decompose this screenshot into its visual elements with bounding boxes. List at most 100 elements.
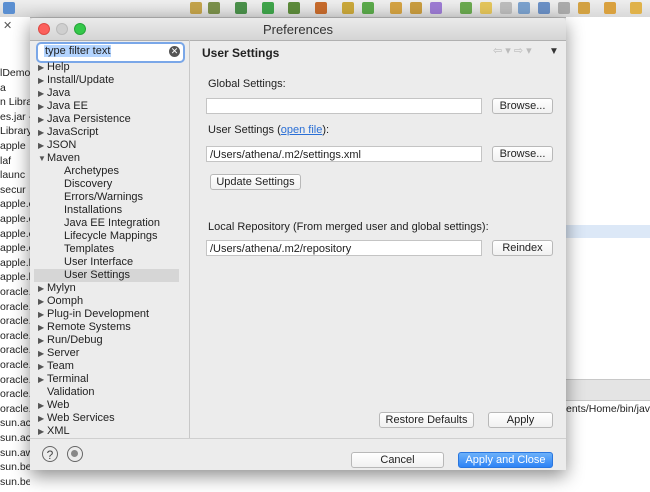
user-settings-field[interactable]: /Users/athena/.m2/settings.xml: [206, 146, 482, 162]
toolbar-icon[interactable]: [604, 2, 616, 14]
package-item[interactable]: oracle.: [0, 359, 30, 371]
tree-item-oomph[interactable]: ▶ Oomph: [34, 295, 179, 308]
package-item[interactable]: oracle.: [0, 330, 30, 342]
toolbar-icon[interactable]: [190, 2, 202, 14]
collapsed-arrow-icon[interactable]: ▶: [38, 334, 47, 347]
toolbar-icon[interactable]: [235, 2, 247, 14]
help-icon[interactable]: ?: [42, 446, 58, 462]
tree-item-json[interactable]: ▶ JSON: [34, 139, 179, 152]
package-item[interactable]: secur: [0, 184, 26, 196]
package-item[interactable]: oracle.: [0, 388, 30, 400]
tree-item-mylyn[interactable]: ▶ Mylyn: [34, 282, 179, 295]
collapsed-arrow-icon[interactable]: ▶: [38, 425, 47, 436]
package-item[interactable]: es.jar -: [0, 111, 30, 123]
tree-item-plug-in-development[interactable]: ▶ Plug-in Development: [34, 308, 179, 321]
expanded-arrow-icon[interactable]: ▼: [38, 152, 47, 165]
filter-text[interactable]: type filter text: [44, 45, 112, 57]
toolbar-icon[interactable]: [518, 2, 530, 14]
tree-item-xml[interactable]: ▶ XML: [34, 425, 179, 436]
toolbar-icon[interactable]: [410, 2, 422, 14]
toolbar-icon[interactable]: [288, 2, 300, 14]
restore-defaults-button[interactable]: Restore Defaults: [379, 412, 474, 428]
package-item[interactable]: sun.aw: [0, 447, 30, 459]
tree-item-javascript[interactable]: ▶ JavaScript: [34, 126, 179, 139]
import-export-icon[interactable]: [67, 446, 83, 462]
package-item[interactable]: sun.ac: [0, 432, 30, 444]
console-tabs[interactable]: [566, 379, 650, 401]
tree-item-installations[interactable]: Installations: [34, 204, 179, 217]
collapsed-arrow-icon[interactable]: ▶: [38, 61, 47, 74]
tree-item-user-settings[interactable]: User Settings: [34, 269, 179, 282]
collapsed-arrow-icon[interactable]: ▶: [38, 373, 47, 386]
tree-item-server[interactable]: ▶ Server: [34, 347, 179, 360]
tree-item-run-debug[interactable]: ▶ Run/Debug: [34, 334, 179, 347]
toolbar-icon[interactable]: [460, 2, 472, 14]
apply-button[interactable]: Apply: [488, 412, 553, 428]
clear-icon[interactable]: ✕: [169, 46, 180, 57]
collapsed-arrow-icon[interactable]: ▶: [38, 412, 47, 425]
collapsed-arrow-icon[interactable]: ▶: [38, 399, 47, 412]
cancel-button[interactable]: Cancel: [351, 452, 444, 468]
package-item[interactable]: apple: [0, 140, 26, 152]
package-item[interactable]: apple.e: [0, 242, 30, 254]
package-item[interactable]: apple.e: [0, 228, 30, 240]
package-item[interactable]: launc: [0, 169, 25, 181]
package-item[interactable]: sun.beans.decorat: [0, 476, 30, 488]
package-item[interactable]: a: [0, 82, 6, 94]
folder-icon[interactable]: [390, 2, 402, 14]
collapsed-arrow-icon[interactable]: ▶: [38, 282, 47, 295]
tree-item-java-ee[interactable]: ▶ Java EE: [34, 100, 179, 113]
tree-item-java-ee-integration[interactable]: Java EE Integration: [34, 217, 179, 230]
toolbar-icon[interactable]: [630, 2, 642, 14]
toolbar-icon[interactable]: [208, 2, 220, 14]
package-item[interactable]: oracle.: [0, 301, 30, 313]
update-settings-button[interactable]: Update Settings: [210, 174, 301, 190]
package-item[interactable]: apple.e: [0, 213, 30, 225]
package-item[interactable]: sun.ac: [0, 417, 30, 429]
toolbar-icon[interactable]: [315, 2, 327, 14]
tree-item-terminal[interactable]: ▶ Terminal: [34, 373, 179, 386]
tree-item-web-services[interactable]: ▶ Web Services: [34, 412, 179, 425]
tree-item-discovery[interactable]: Discovery: [34, 178, 179, 191]
package-item[interactable]: n Librar: [0, 96, 30, 108]
package-item[interactable]: oracle.: [0, 403, 30, 415]
toolbar-icon[interactable]: [430, 2, 442, 14]
collapsed-arrow-icon[interactable]: ▶: [38, 74, 47, 87]
package-item[interactable]: sun.be: [0, 461, 30, 473]
tree-item-validation[interactable]: Validation: [34, 386, 179, 399]
tree-item-web[interactable]: ▶ Web: [34, 399, 179, 412]
tree-item-install-update[interactable]: ▶ Install/Update: [34, 74, 179, 87]
toolbar-icon[interactable]: [480, 2, 492, 14]
global-browse-button[interactable]: Browse...: [492, 98, 553, 114]
tree-item-remote-systems[interactable]: ▶ Remote Systems: [34, 321, 179, 334]
package-item[interactable]: Library: [0, 125, 30, 137]
toolbar-icon[interactable]: [558, 2, 570, 14]
toolbar-icon[interactable]: [362, 2, 374, 14]
toolbar-icon[interactable]: [342, 2, 354, 14]
run-icon[interactable]: [262, 2, 274, 14]
collapsed-arrow-icon[interactable]: ▶: [38, 295, 47, 308]
collapsed-arrow-icon[interactable]: ▶: [38, 87, 47, 100]
package-item[interactable]: lDemo: [0, 67, 30, 79]
collapsed-arrow-icon[interactable]: ▶: [38, 126, 47, 139]
collapsed-arrow-icon[interactable]: ▶: [38, 321, 47, 334]
collapsed-arrow-icon[interactable]: ▶: [38, 113, 47, 126]
filter-input[interactable]: type filter text ✕: [36, 42, 185, 63]
tree-item-errors-warnings[interactable]: Errors/Warnings: [34, 191, 179, 204]
package-item[interactable]: oracle.: [0, 315, 30, 327]
collapsed-arrow-icon[interactable]: ▶: [38, 347, 47, 360]
close-icon[interactable]: ✕: [3, 19, 12, 32]
global-settings-field[interactable]: [206, 98, 482, 114]
forward-arrow-icon[interactable]: ⇨ ▾: [514, 45, 532, 57]
apply-and-close-button[interactable]: Apply and Close: [458, 452, 553, 468]
tree-item-archetypes[interactable]: Archetypes: [34, 165, 179, 178]
tree-item-team[interactable]: ▶ Team: [34, 360, 179, 373]
tree-item-user-interface[interactable]: User Interface: [34, 256, 179, 269]
collapsed-arrow-icon[interactable]: ▶: [38, 360, 47, 373]
collapsed-arrow-icon[interactable]: ▶: [38, 308, 47, 321]
tree-item-templates[interactable]: Templates: [34, 243, 179, 256]
package-item[interactable]: laf: [0, 155, 11, 167]
package-item[interactable]: oracle.: [0, 344, 30, 356]
local-repository-field[interactable]: /Users/athena/.m2/repository: [206, 240, 482, 256]
open-file-link[interactable]: open file: [281, 124, 323, 136]
